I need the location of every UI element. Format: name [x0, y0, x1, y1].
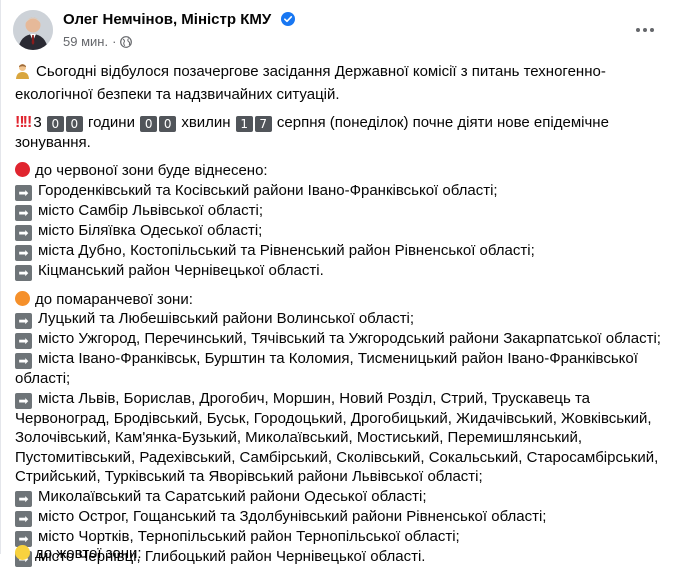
list-item-text: міста Львів, Борислав, Дрогобич, Моршин,…: [38, 389, 591, 407]
post-header: Олег Немчінов, Міністр КМУ 59 мин. ·: [13, 10, 663, 54]
right-arrow-icon: ➡: [15, 264, 32, 281]
list-item-cont: Червоноград, Бродівський, Буськ, Городоц…: [15, 409, 652, 427]
countdown-hours-word: години: [88, 114, 135, 131]
list-item-text: місто Острог, Гощанський та Здолбунівськ…: [38, 507, 547, 525]
countdown-suffix: серпня (понеділок) почне діяти нове епід…: [276, 114, 609, 131]
red-zone-heading: до червоної зони буде віднесено:: [15, 161, 667, 181]
orange-zone-section: до помаранчевої зони: ➡ Луцький та Любеші…: [15, 290, 667, 567]
author-name[interactable]: Олег Немчінов, Міністр КМУ: [63, 11, 271, 28]
right-arrow-icon: ➡: [15, 510, 32, 527]
list-item-text: місто Ужгород, Перечинський, Тячівський …: [38, 330, 661, 347]
countdown-suffix-2: зонування.: [15, 133, 91, 151]
list-item: ➡ місто Острог, Гощанський та Здолбунівсь…: [15, 507, 667, 527]
list-item-text: місто Біляївка Одеської області;: [38, 221, 263, 239]
list-item-text: міста Дубно, Костопільський та Рівненськ…: [38, 241, 535, 259]
author-row: Олег Немчінов, Міністр КМУ: [63, 11, 295, 31]
red-zone-heading-text: до червоної зони буде віднесено:: [35, 162, 268, 179]
right-arrow-icon: ➡: [15, 224, 32, 241]
meta-separator: ·: [112, 34, 117, 49]
right-arrow-icon: ➡: [15, 204, 32, 221]
countdown-minutes-word: хвилин: [181, 114, 231, 131]
right-arrow-icon: ➡: [15, 353, 32, 369]
digit-icon: 0: [159, 116, 177, 132]
avatar[interactable]: [13, 10, 53, 50]
list-item-cont: Золочівський, Кам'янка-Бузький, Миколаїв…: [15, 429, 583, 446]
right-arrow-icon: ➡: [15, 490, 32, 507]
double-exclamation-icon: ‼‼: [15, 114, 32, 131]
orange-zone-heading: до помаранчевої зони:: [15, 290, 667, 310]
orange-circle-icon: [15, 290, 30, 306]
list-item-text: Городенківський та Косівський райони Іва…: [38, 181, 498, 199]
digit-icon: 0: [140, 116, 158, 132]
list-item: ➡ місто Чортків, Тернопільський район Тер…: [15, 527, 667, 547]
list-item: ➡ місто Самбір Львівської області;: [15, 201, 667, 221]
list-item-text: Кіцманський район Чернівецької області.: [38, 261, 324, 279]
intro-text: Сьогодні відбулося позачергове засідання…: [15, 63, 606, 103]
list-item: ➡ місто Ужгород, Перечинський, Тячівський…: [15, 329, 667, 349]
list-item-cont: Пустомитівський, Радехівський, Самбірськ…: [15, 448, 659, 466]
countdown-prefix: 3: [33, 114, 42, 131]
right-arrow-icon: ➡: [15, 392, 32, 409]
post-body: Сьогодні відбулося позачергове засідання…: [15, 62, 667, 576]
list-item-text: міста Івано-Франківськ, Бурштин та Колом…: [38, 350, 638, 367]
list-item: ➡ міста Дубно, Костопільський та Рівненсь…: [15, 241, 667, 261]
list-item: ➡ Луцький та Любешівський райони Волинськ…: [15, 309, 667, 329]
globe-icon[interactable]: [120, 36, 133, 51]
digit-icon: 0: [46, 116, 64, 132]
countdown-paragraph: ‼‼ 3 00 години 00 хвилин 17 серпня (понед…: [15, 113, 667, 152]
digit-icon: 1: [235, 116, 253, 132]
list-item-text: Миколаївський та Саратський райони Одесь…: [38, 487, 427, 505]
list-item-cont: області;: [15, 370, 71, 387]
right-arrow-icon: ➡: [15, 244, 32, 261]
intro-paragraph: Сьогодні відбулося позачергове засідання…: [15, 62, 667, 104]
list-item-text: Луцький та Любешівський райони Волинсько…: [38, 310, 415, 327]
post-timestamp[interactable]: 59 мин.: [63, 34, 108, 49]
list-item: ➡ Миколаївський та Саратський райони Одес…: [15, 487, 667, 507]
list-item-text: місто Самбір Львівської області;: [38, 201, 263, 219]
verified-badge-icon: [280, 12, 295, 31]
list-item-text: місто Чортків, Тернопільський район Терн…: [38, 527, 460, 545]
right-arrow-icon: ➡: [15, 333, 32, 349]
red-zone-section: до червоної зони буде віднесено: ➡ Городе…: [15, 161, 667, 281]
right-arrow-icon: ➡: [15, 184, 32, 201]
person-icon: [15, 63, 30, 85]
list-item-cont: Стрийський, Турківський та Яворівський р…: [15, 468, 483, 485]
post-card: Олег Немчінов, Міністр КМУ 59 мин. · Сьог…: [0, 0, 677, 567]
digit-icon: 7: [254, 116, 272, 132]
more-options-icon[interactable]: [631, 16, 659, 44]
list-item: ➡ місто Біляївка Одеської області;: [15, 221, 667, 241]
list-item: ➡ Городенківський та Косівський райони Ів…: [15, 181, 667, 201]
orange-zone-heading-text: до помаранчевої зони:: [35, 290, 193, 308]
list-item: ➡ міста Івано-Франківськ, Бурштин та Коло…: [15, 349, 667, 369]
post-meta: 59 мин. ·: [63, 34, 133, 51]
right-arrow-icon: ➡: [15, 313, 32, 329]
red-circle-icon: [15, 162, 30, 177]
list-item: ➡ міста Львів, Борислав, Дрогобич, Моршин…: [15, 389, 667, 409]
list-item: ➡ Кіцманський район Чернівецької області.: [15, 261, 667, 281]
yellow-circle-icon: [15, 545, 30, 560]
digit-icon: 0: [65, 116, 83, 132]
